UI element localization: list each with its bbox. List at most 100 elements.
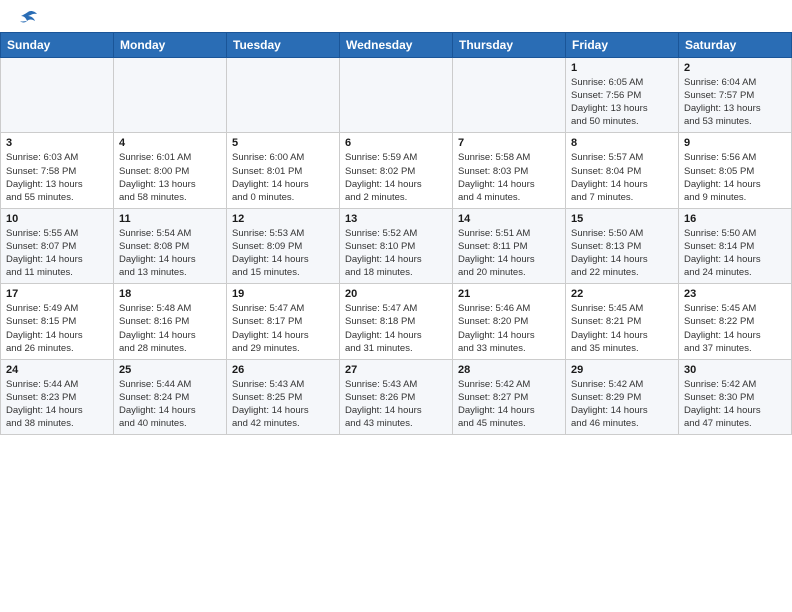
calendar-day-8: 8 Sunrise: 5:57 AM Sunset: 8:04 PM Daylig… [566, 133, 679, 208]
calendar-day-15: 15 Sunrise: 5:50 AM Sunset: 8:13 PM Dayli… [566, 208, 679, 283]
day-info: Sunrise: 5:44 AM Sunset: 8:24 PM Dayligh… [119, 378, 221, 430]
calendar-day-21: 21Sunrise: 5:46 AM Sunset: 8:20 PM Dayli… [453, 284, 566, 359]
calendar-day-25: 25 Sunrise: 5:44 AM Sunset: 8:24 PM Dayli… [114, 359, 227, 434]
day-number: 19 [232, 288, 334, 300]
calendar-day-empty [340, 58, 453, 133]
day-number: 30 [684, 364, 786, 376]
day-number: 28 [458, 364, 560, 376]
day-number: 17 [6, 288, 108, 300]
day-number: 16 [684, 213, 786, 225]
day-number: 5 [232, 137, 334, 149]
day-number: 26 [232, 364, 334, 376]
day-number: 23 [684, 288, 786, 300]
day-info: Sunrise: 6:01 AM Sunset: 8:00 PM Dayligh… [119, 151, 221, 203]
calendar-day-23: 23 Sunrise: 5:45 AM Sunset: 8:22 PM Dayli… [679, 284, 792, 359]
day-number: 4 [119, 137, 221, 149]
calendar-day-14: 14Sunrise: 5:51 AM Sunset: 8:11 PM Dayli… [453, 208, 566, 283]
calendar-week-row: 1 Sunrise: 6:05 AM Sunset: 7:56 PM Daylig… [1, 58, 792, 133]
calendar-header-row: SundayMondayTuesdayWednesdayThursdayFrid… [1, 33, 792, 58]
calendar-day-24: 24 Sunrise: 5:44 AM Sunset: 8:23 PM Dayli… [1, 359, 114, 434]
day-info: Sunrise: 5:43 AM Sunset: 8:25 PM Dayligh… [232, 378, 334, 430]
calendar-day-empty [227, 58, 340, 133]
calendar-day-18: 18 Sunrise: 5:48 AM Sunset: 8:16 PM Dayli… [114, 284, 227, 359]
calendar-day-13: 13 Sunrise: 5:52 AM Sunset: 8:10 PM Dayli… [340, 208, 453, 283]
calendar-day-28: 28 Sunrise: 5:42 AM Sunset: 8:27 PM Dayli… [453, 359, 566, 434]
day-info: Sunrise: 6:04 AM Sunset: 7:57 PM Dayligh… [684, 76, 786, 128]
calendar-day-empty [114, 58, 227, 133]
calendar-day-2: 2 Sunrise: 6:04 AM Sunset: 7:57 PM Daylig… [679, 58, 792, 133]
day-number: 10 [6, 213, 108, 225]
day-info: Sunrise: 6:03 AM Sunset: 7:58 PM Dayligh… [6, 151, 108, 203]
calendar-day-29: 29 Sunrise: 5:42 AM Sunset: 8:29 PM Dayli… [566, 359, 679, 434]
calendar-day-19: 19Sunrise: 5:47 AM Sunset: 8:17 PM Dayli… [227, 284, 340, 359]
day-info: Sunrise: 5:52 AM Sunset: 8:10 PM Dayligh… [345, 227, 447, 279]
day-info: Sunrise: 6:05 AM Sunset: 7:56 PM Dayligh… [571, 76, 673, 128]
day-info: Sunrise: 5:48 AM Sunset: 8:16 PM Dayligh… [119, 302, 221, 354]
day-info: Sunrise: 5:59 AM Sunset: 8:02 PM Dayligh… [345, 151, 447, 203]
calendar-day-1: 1 Sunrise: 6:05 AM Sunset: 7:56 PM Daylig… [566, 58, 679, 133]
day-header-friday: Friday [566, 33, 679, 58]
calendar-week-row: 17 Sunrise: 5:49 AM Sunset: 8:15 PM Dayli… [1, 284, 792, 359]
day-number: 13 [345, 213, 447, 225]
calendar-day-7: 7 Sunrise: 5:58 AM Sunset: 8:03 PM Daylig… [453, 133, 566, 208]
calendar-day-16: 16 Sunrise: 5:50 AM Sunset: 8:14 PM Dayli… [679, 208, 792, 283]
day-header-saturday: Saturday [679, 33, 792, 58]
day-number: 29 [571, 364, 673, 376]
day-number: 3 [6, 137, 108, 149]
day-number: 14 [458, 213, 560, 225]
day-number: 7 [458, 137, 560, 149]
calendar-day-10: 10 Sunrise: 5:55 AM Sunset: 8:07 PM Dayli… [1, 208, 114, 283]
day-info: Sunrise: 5:45 AM Sunset: 8:21 PM Dayligh… [571, 302, 673, 354]
calendar-day-9: 9Sunrise: 5:56 AM Sunset: 8:05 PM Daylig… [679, 133, 792, 208]
day-info: Sunrise: 5:42 AM Sunset: 8:27 PM Dayligh… [458, 378, 560, 430]
day-info: Sunrise: 5:42 AM Sunset: 8:29 PM Dayligh… [571, 378, 673, 430]
calendar-day-6: 6 Sunrise: 5:59 AM Sunset: 8:02 PM Daylig… [340, 133, 453, 208]
day-number: 24 [6, 364, 108, 376]
day-number: 25 [119, 364, 221, 376]
day-number: 8 [571, 137, 673, 149]
day-info: Sunrise: 5:57 AM Sunset: 8:04 PM Dayligh… [571, 151, 673, 203]
day-header-monday: Monday [114, 33, 227, 58]
calendar-day-17: 17 Sunrise: 5:49 AM Sunset: 8:15 PM Dayli… [1, 284, 114, 359]
calendar-day-20: 20 Sunrise: 5:47 AM Sunset: 8:18 PM Dayli… [340, 284, 453, 359]
logo [16, 10, 40, 24]
day-info: Sunrise: 5:49 AM Sunset: 8:15 PM Dayligh… [6, 302, 108, 354]
calendar-table: SundayMondayTuesdayWednesdayThursdayFrid… [0, 32, 792, 435]
calendar-day-30: 30 Sunrise: 5:42 AM Sunset: 8:30 PM Dayli… [679, 359, 792, 434]
day-number: 20 [345, 288, 447, 300]
day-info: Sunrise: 5:55 AM Sunset: 8:07 PM Dayligh… [6, 227, 108, 279]
day-info: Sunrise: 5:54 AM Sunset: 8:08 PM Dayligh… [119, 227, 221, 279]
day-number: 11 [119, 213, 221, 225]
calendar-week-row: 10 Sunrise: 5:55 AM Sunset: 8:07 PM Dayli… [1, 208, 792, 283]
day-header-sunday: Sunday [1, 33, 114, 58]
day-info: Sunrise: 5:44 AM Sunset: 8:23 PM Dayligh… [6, 378, 108, 430]
day-number: 12 [232, 213, 334, 225]
calendar-day-11: 11 Sunrise: 5:54 AM Sunset: 8:08 PM Dayli… [114, 208, 227, 283]
day-header-thursday: Thursday [453, 33, 566, 58]
day-number: 1 [571, 62, 673, 74]
day-info: Sunrise: 5:50 AM Sunset: 8:13 PM Dayligh… [571, 227, 673, 279]
calendar-day-empty [1, 58, 114, 133]
logo-bird-icon [17, 10, 39, 28]
day-info: Sunrise: 5:50 AM Sunset: 8:14 PM Dayligh… [684, 227, 786, 279]
day-number: 2 [684, 62, 786, 74]
calendar-day-4: 4 Sunrise: 6:01 AM Sunset: 8:00 PM Daylig… [114, 133, 227, 208]
day-info: Sunrise: 5:42 AM Sunset: 8:30 PM Dayligh… [684, 378, 786, 430]
calendar-day-22: 22 Sunrise: 5:45 AM Sunset: 8:21 PM Dayli… [566, 284, 679, 359]
day-number: 22 [571, 288, 673, 300]
day-info: Sunrise: 5:47 AM Sunset: 8:18 PM Dayligh… [345, 302, 447, 354]
day-number: 6 [345, 137, 447, 149]
day-info: Sunrise: 5:45 AM Sunset: 8:22 PM Dayligh… [684, 302, 786, 354]
day-info: Sunrise: 5:53 AM Sunset: 8:09 PM Dayligh… [232, 227, 334, 279]
day-info: Sunrise: 5:58 AM Sunset: 8:03 PM Dayligh… [458, 151, 560, 203]
day-number: 27 [345, 364, 447, 376]
calendar-day-26: 26 Sunrise: 5:43 AM Sunset: 8:25 PM Dayli… [227, 359, 340, 434]
day-number: 9 [684, 137, 786, 149]
day-number: 15 [571, 213, 673, 225]
header [0, 0, 792, 28]
calendar-week-row: 24 Sunrise: 5:44 AM Sunset: 8:23 PM Dayli… [1, 359, 792, 434]
calendar-day-27: 27Sunrise: 5:43 AM Sunset: 8:26 PM Dayli… [340, 359, 453, 434]
calendar-week-row: 3 Sunrise: 6:03 AM Sunset: 7:58 PM Daylig… [1, 133, 792, 208]
calendar-day-3: 3 Sunrise: 6:03 AM Sunset: 7:58 PM Daylig… [1, 133, 114, 208]
day-number: 18 [119, 288, 221, 300]
